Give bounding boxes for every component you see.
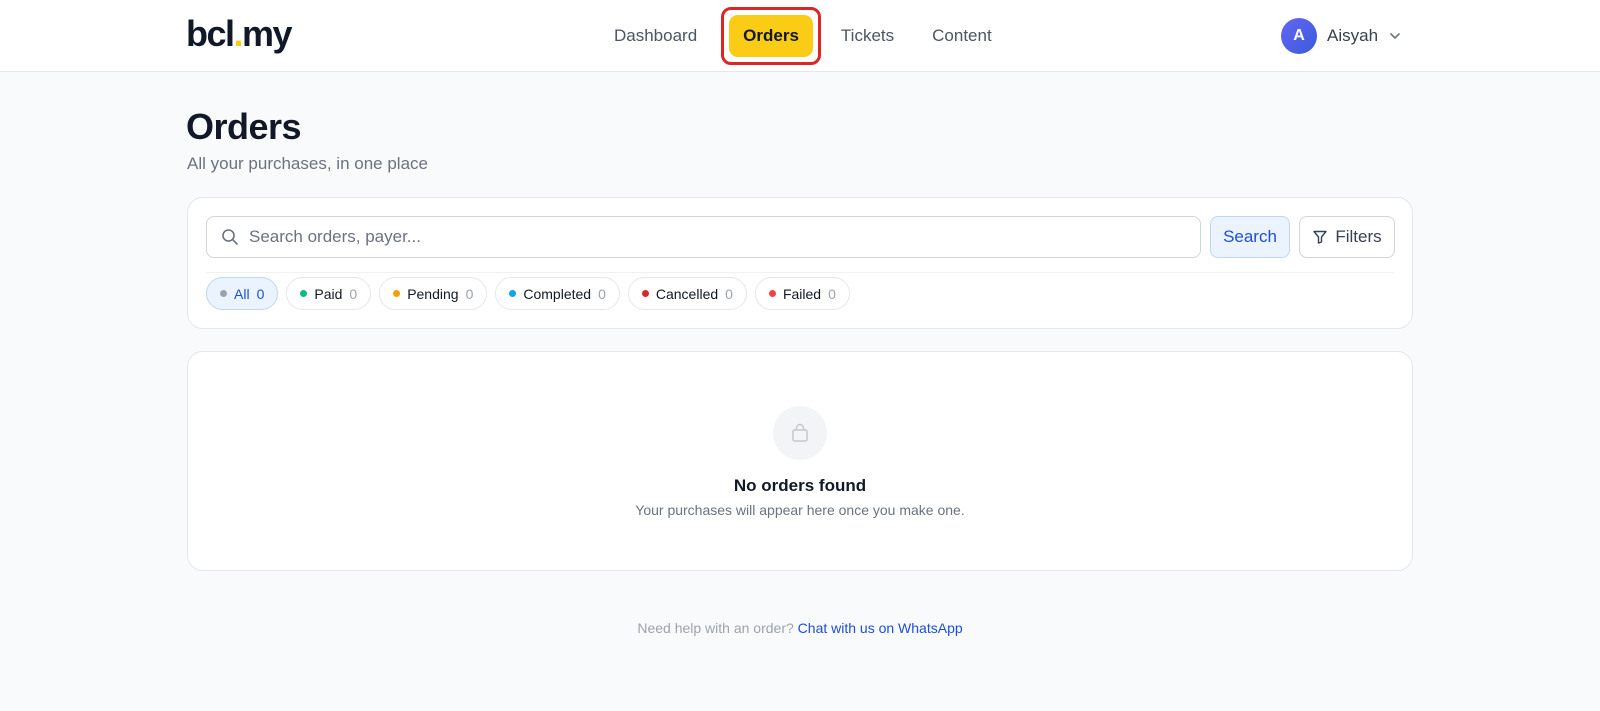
search-button[interactable]: Search <box>1210 216 1290 258</box>
chip-count: 0 <box>465 285 474 302</box>
empty-state-card: No orders found Your purchases will appe… <box>187 351 1413 571</box>
nav-orders-label: Orders <box>729 15 813 57</box>
search-input[interactable] <box>249 227 1149 247</box>
chip-pending[interactable]: Pending 0 <box>379 277 488 310</box>
main-nav: Dashboard Orders Tickets Content <box>600 0 1016 72</box>
chip-failed[interactable]: Failed 0 <box>754 277 850 310</box>
chip-cancelled[interactable]: Cancelled 0 <box>627 277 747 310</box>
chip-count: 0 <box>256 285 265 302</box>
status-dot <box>768 290 776 297</box>
whatsapp-link[interactable]: Chat with us on WhatsApp <box>798 620 963 636</box>
chip-completed[interactable]: Completed 0 <box>495 277 620 310</box>
filter-card: Search Filters All 0 Paid 0 Pending 0 Co… <box>187 197 1413 329</box>
status-chips: All 0 Paid 0 Pending 0 Completed 0 Cance… <box>206 277 850 310</box>
logo-dot: . <box>233 13 244 54</box>
filters-button[interactable]: Filters <box>1299 216 1395 258</box>
divider <box>206 272 1394 273</box>
chip-count: 0 <box>598 285 606 302</box>
status-dot <box>509 290 517 297</box>
empty-state-title: No orders found <box>733 476 867 495</box>
search-box <box>206 216 1201 258</box>
user-name: Aisyah <box>1327 26 1379 45</box>
chip-count: 0 <box>725 285 733 302</box>
filter-icon <box>1313 230 1328 244</box>
nav-tickets[interactable]: Tickets <box>827 15 908 57</box>
chip-label: Paid <box>314 285 343 302</box>
chip-label: Cancelled <box>655 285 719 302</box>
chip-paid[interactable]: Paid 0 <box>286 277 372 310</box>
user-menu[interactable]: A Aisyah <box>1281 18 1402 54</box>
chip-count: 0 <box>349 285 358 302</box>
status-dot <box>641 290 649 297</box>
chip-label: Failed <box>782 285 822 302</box>
chip-label: Pending <box>407 285 459 302</box>
status-dot <box>220 290 227 297</box>
empty-state-description: Your purchases will appear here once you… <box>635 502 965 518</box>
chip-all[interactable]: All 0 <box>206 277 279 310</box>
help-text: Need help with an order? <box>637 620 794 636</box>
top-header: bcl.my Dashboard Orders Tickets Content … <box>0 0 1600 72</box>
nav-dashboard[interactable]: Dashboard <box>600 15 711 57</box>
chip-count: 0 <box>828 285 836 302</box>
search-icon <box>222 229 238 245</box>
logo-text-part1: bcl <box>186 13 235 54</box>
help-footer: Need help with an order? Chat with us on… <box>0 620 1600 636</box>
empty-icon-circle <box>773 406 827 460</box>
chip-label: All <box>234 285 250 302</box>
status-dot <box>300 290 308 297</box>
filters-button-label: Filters <box>1335 227 1382 246</box>
nav-orders[interactable]: Orders <box>721 7 821 65</box>
logo-text-part2: my <box>242 13 293 54</box>
page-subtitle: All your purchases, in one place <box>187 154 428 173</box>
nav-content[interactable]: Content <box>918 15 1006 57</box>
chip-label: Completed <box>523 285 592 302</box>
brand-logo[interactable]: bcl.my <box>186 13 293 54</box>
status-dot <box>393 290 401 297</box>
shopping-bag-icon <box>792 423 808 442</box>
chevron-down-icon <box>1390 33 1400 39</box>
page-title: Orders <box>186 106 302 147</box>
avatar: A <box>1281 18 1317 54</box>
